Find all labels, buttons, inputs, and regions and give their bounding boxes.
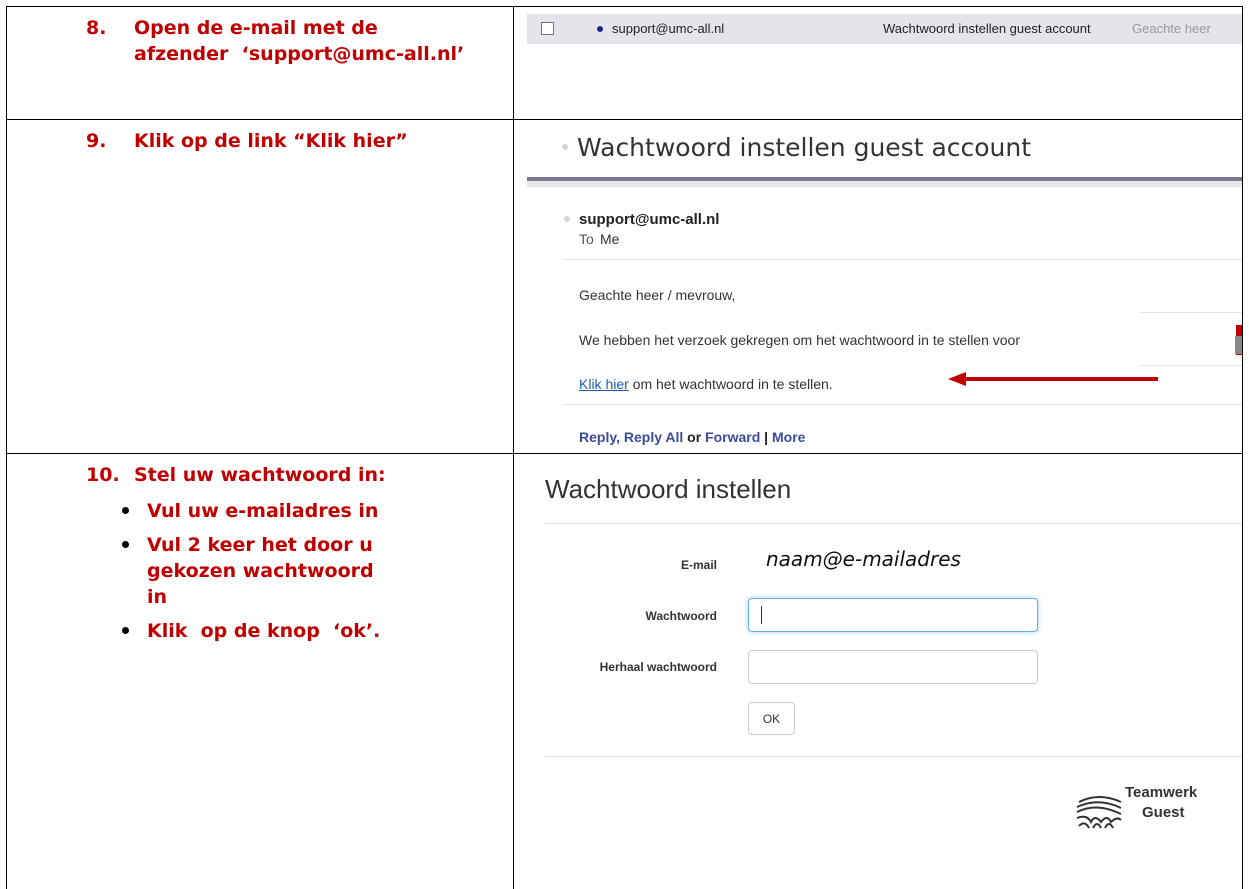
klik-hier-link[interactable]: Klik hier bbox=[579, 376, 629, 392]
mail-body-text: We hebben het verzoek gekregen om het wa… bbox=[579, 332, 1020, 348]
email-value: naam@e-mailadres bbox=[766, 547, 961, 571]
email-label: E-mail bbox=[680, 558, 717, 572]
step-10-bullet: Vul 2 keer het door u gekozen wachtwoord… bbox=[122, 532, 387, 610]
table-border-left bbox=[6, 6, 7, 889]
step-9-number: 9. bbox=[86, 130, 107, 152]
step-8-line2: afzender ‘support@umc-all.nl’ bbox=[134, 43, 465, 65]
mail-link-suffix: om het wachtwoord in te stellen. bbox=[628, 376, 833, 392]
mail-sender[interactable]: support@umc-all.nl bbox=[579, 211, 719, 228]
step-10-text: Stel uw wachtwoord in: bbox=[134, 464, 386, 486]
inbox-preview: Geachte heer bbox=[1132, 21, 1211, 36]
step-9-text: Klik op de link “Klik hier” bbox=[134, 130, 408, 152]
form-divider bbox=[545, 756, 1242, 757]
inbox-subject: Wachtwoord instellen guest account bbox=[883, 21, 1091, 36]
step-8-instruction: 8. Open de e-mail met de afzender ‘suppor… bbox=[86, 15, 506, 67]
unread-dot-icon bbox=[597, 26, 603, 32]
ok-button[interactable]: OK bbox=[748, 702, 795, 735]
pipe-separator: | bbox=[764, 429, 769, 445]
table-border-middle bbox=[513, 6, 514, 889]
table-border-row1 bbox=[6, 119, 1243, 120]
step-9-instruction: 9. Klik op de link “Klik hier” bbox=[86, 128, 506, 154]
step-10-bullet: Klik op de knop ‘ok’. bbox=[122, 618, 447, 644]
text-caret bbox=[761, 606, 762, 624]
more-link[interactable]: More bbox=[772, 429, 805, 445]
mail-link-line: Klik hier om het wachtwoord in te stelle… bbox=[579, 376, 833, 392]
step-10-bullet-list: Vul uw e-mailadres in Vul 2 keer het doo… bbox=[122, 498, 447, 652]
mail-divider bbox=[1140, 365, 1242, 366]
form-title: Wachtwoord instellen bbox=[545, 474, 792, 504]
logo-text-line1: Teamwerk bbox=[1125, 784, 1198, 801]
inbox-message-row[interactable]: support@umc-all.nl Wachtwoord instellen … bbox=[527, 14, 1242, 44]
table-border-top bbox=[6, 6, 1243, 7]
bullet-dot-icon bbox=[562, 144, 568, 150]
cropped-edge-marker bbox=[1235, 336, 1242, 354]
forward-link[interactable]: Forward bbox=[705, 429, 760, 445]
reply-all-link[interactable]: Reply All bbox=[624, 429, 683, 445]
mail-divider bbox=[1140, 312, 1242, 313]
form-divider bbox=[545, 523, 1242, 524]
step-10-bullet: Vul uw e-mailadres in bbox=[122, 498, 407, 524]
repeat-password-input[interactable] bbox=[748, 650, 1038, 684]
repeat-password-label: Herhaal wachtwoord bbox=[599, 660, 717, 674]
or-text: or bbox=[687, 429, 702, 445]
select-checkbox[interactable] bbox=[541, 22, 554, 35]
teamwerk-logo-icon bbox=[1076, 796, 1122, 829]
table-border-right bbox=[1242, 6, 1243, 889]
red-arrow-icon bbox=[948, 372, 1158, 386]
mail-divider bbox=[563, 259, 1242, 260]
password-label: Wachtwoord bbox=[645, 609, 717, 623]
step-8-number: 8. bbox=[86, 17, 107, 39]
table-border-row2 bbox=[6, 453, 1243, 454]
step-10-instruction: 10. Stel uw wachtwoord in: bbox=[86, 462, 506, 488]
mail-recipient: Me bbox=[600, 231, 620, 247]
reply-link[interactable]: Reply bbox=[579, 429, 616, 445]
mail-greeting: Geachte heer / mevrouw, bbox=[579, 287, 736, 303]
reply-actions: Reply, Reply All or Forward | More bbox=[579, 429, 806, 445]
instruction-page: 8. Open de e-mail met de afzender ‘suppor… bbox=[0, 0, 1249, 889]
step-8-line1: Open de e-mail met de bbox=[134, 17, 378, 39]
mail-to-label: To bbox=[579, 231, 594, 247]
mail-header-shadow bbox=[527, 181, 1242, 187]
teamwerk-guest-logo: Teamwerk Guest bbox=[1075, 784, 1235, 834]
bullet-dot-icon bbox=[564, 216, 570, 222]
step-10-number: 10. bbox=[86, 464, 120, 486]
mail-divider bbox=[563, 404, 1242, 405]
password-input[interactable] bbox=[748, 598, 1038, 632]
mail-title: Wachtwoord instellen guest account bbox=[577, 133, 1032, 162]
inbox-sender: support@umc-all.nl bbox=[612, 21, 725, 36]
logo-text-line2: Guest bbox=[1142, 804, 1185, 821]
